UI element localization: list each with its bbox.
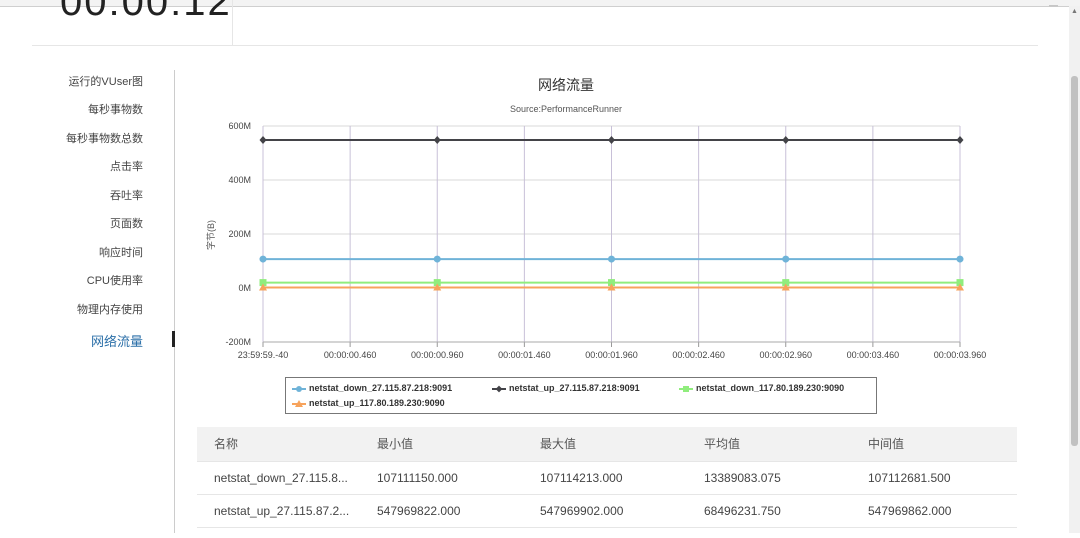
network-traffic-chart: 网络流量 Source:PerformanceRunner 字节(B) -200… <box>195 68 1025 423</box>
sidebar-divider <box>174 70 175 533</box>
sidebar-item-vuser[interactable]: 运行的VUser图 <box>68 73 143 89</box>
cell-min: 547969822.000 <box>377 504 461 518</box>
y-tick-label: 200M <box>228 229 251 239</box>
table-row[interactable]: netstat_up_27.115.87.2... 547969822.000 … <box>197 494 1017 527</box>
sidebar-item-cpu[interactable]: CPU使用率 <box>87 272 143 288</box>
y-tick-label: 400M <box>228 175 251 185</box>
series-point-1[interactable] <box>956 136 964 145</box>
cell-name: netstat_up_27.115.87.2... <box>214 504 350 518</box>
grid-lines <box>262 125 961 347</box>
legend-marker-circle-icon <box>292 385 306 393</box>
chart-svg: 网络流量 Source:PerformanceRunner 字节(B) -200… <box>205 77 986 360</box>
x-tick-label: 00:00:02.460 <box>672 350 725 360</box>
sidebar-item-memory[interactable]: 物理内存使用 <box>77 301 143 317</box>
cell-min: 107111150.000 <box>377 471 458 485</box>
cell-median: 107112681.500 <box>868 471 951 485</box>
header-avg: 平均值 <box>704 437 741 451</box>
y-axis-label: 字节(B) <box>205 220 216 250</box>
x-tick-label: 00:00:00.460 <box>324 350 377 360</box>
x-tick-label: 00:00:01.460 <box>498 350 551 360</box>
cell-max: 107114213.000 <box>540 471 623 485</box>
sidebar-item-tps[interactable]: 每秒事物数 <box>88 101 143 117</box>
table-row[interactable]: netstat_down_27.115.8... 107111150.000 1… <box>197 461 1017 494</box>
header-min: 最小值 <box>377 437 414 451</box>
sidebar-item-total-tps[interactable]: 每秒事物数总数 <box>66 130 143 146</box>
header-divider <box>232 0 233 45</box>
chart-legend: netstat_down_27.115.87.218:9091 netstat_… <box>285 377 877 414</box>
series-point-0[interactable] <box>433 255 441 263</box>
scroll-up-icon[interactable]: ▲ <box>1071 8 1078 15</box>
legend-label: netstat_up_27.115.87.218:9091 <box>509 383 640 393</box>
stats-table: 名称 最小值 最大值 平均值 中间值 netstat_down_27.115.8… <box>197 427 1017 538</box>
legend-label: netstat_down_27.115.87.218:9091 <box>309 383 453 393</box>
x-tick-label: 23:59:59.-40 <box>238 350 289 360</box>
chart-subtitle: Source:PerformanceRunner <box>510 104 622 114</box>
legend-item-down-1[interactable]: netstat_down_27.115.87.218:9091 <box>292 383 452 393</box>
x-tick-label: 00:00:01.960 <box>585 350 638 360</box>
sidebar-item-pages[interactable]: 页面数 <box>110 215 143 231</box>
legend-marker-triangle-icon <box>292 399 306 408</box>
sidebar-item-response-time[interactable]: 响应时间 <box>99 244 143 260</box>
series-point-1[interactable] <box>259 136 267 145</box>
header-median: 中间值 <box>868 437 905 451</box>
legend-label: netstat_up_117.80.189.230:9090 <box>309 398 445 408</box>
cell-avg: 68496231.750 <box>704 504 781 518</box>
sidebar-item-network[interactable]: 网络流量 <box>91 331 143 350</box>
legend-item-up-1[interactable]: netstat_up_27.115.87.218:9091 <box>492 383 640 393</box>
table-header: 名称 最小值 最大值 平均值 中间值 <box>197 427 1017 461</box>
series-point-1[interactable] <box>782 136 790 145</box>
series-point-1[interactable] <box>608 136 615 145</box>
legend-marker-diamond-icon <box>492 385 506 393</box>
x-tick-label: 00:00:02.960 <box>759 350 812 360</box>
y-tick-label: 0M <box>238 283 251 293</box>
scrollbar-thumb[interactable] <box>1071 76 1078 446</box>
x-tick-label: 00:00:00.960 <box>411 350 464 360</box>
y-tick-label: 600M <box>228 121 251 131</box>
axis-ticks: -200M 0M 200M 400M 600M 23:59:59.-40 00:00:00.… <box>225 121 986 360</box>
cell-name: netstat_down_27.115.8... <box>214 471 348 485</box>
x-tick-label: 00:00:03.960 <box>934 350 987 360</box>
y-tick-label: -200M <box>225 337 251 347</box>
series-point-0[interactable] <box>608 255 615 263</box>
page-scrollbar[interactable]: ▲ <box>1069 6 1080 533</box>
series-point-0[interactable] <box>259 255 267 263</box>
header-name: 名称 <box>214 437 239 451</box>
sidebar-item-throughput[interactable]: 吞吐率 <box>110 187 143 203</box>
chart-title: 网络流量 <box>538 77 594 93</box>
sidebar-item-hit-rate[interactable]: 点击率 <box>110 158 143 174</box>
legend-label: netstat_down_117.80.189.230:9090 <box>696 383 845 393</box>
elapsed-timer: 00:00:12 <box>60 0 232 24</box>
legend-item-down-2[interactable]: netstat_down_117.80.189.230:9090 <box>679 383 844 393</box>
active-item-marker <box>172 331 175 347</box>
cell-median: 547969862.000 <box>868 504 952 518</box>
x-tick-label: 00:00:03.460 <box>847 350 900 360</box>
series-point-0[interactable] <box>782 255 790 263</box>
cell-max: 547969902.000 <box>540 504 624 518</box>
series-point-0[interactable] <box>956 255 964 263</box>
header-separator <box>32 45 1038 46</box>
legend-item-up-2[interactable]: netstat_up_117.80.189.230:9090 <box>292 398 445 408</box>
series-point-1[interactable] <box>433 136 441 145</box>
legend-marker-square-icon <box>679 385 693 393</box>
cell-avg: 13389083.075 <box>704 471 781 485</box>
minimize-icon[interactable]: — <box>1049 0 1058 10</box>
header-max: 最大值 <box>540 437 577 451</box>
